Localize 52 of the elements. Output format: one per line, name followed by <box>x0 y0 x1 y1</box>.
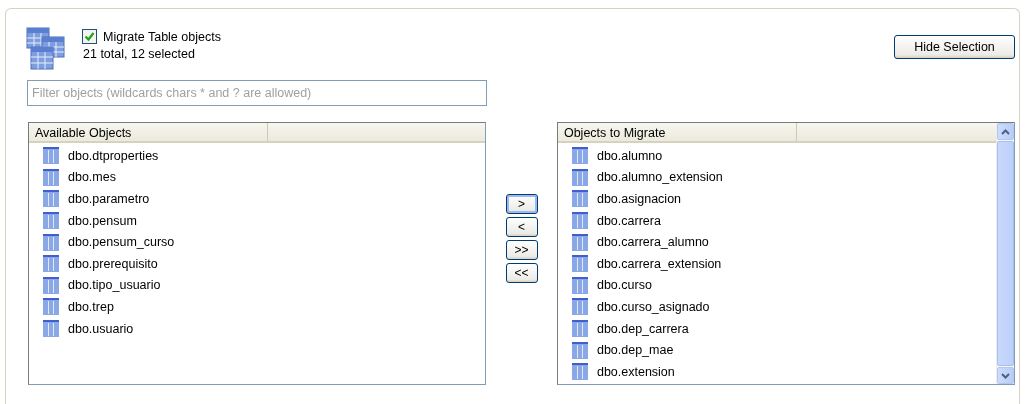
scrollbar[interactable] <box>996 123 1014 384</box>
list-item[interactable]: dbo.carrera_extension <box>596 256 722 271</box>
summary-text: 21 total, 12 selected <box>82 47 196 61</box>
table-icon <box>571 190 588 208</box>
hide-selection-button[interactable]: Hide Selection <box>894 35 1015 59</box>
list-item[interactable]: dbo.carrera <box>596 213 661 228</box>
list-item[interactable]: dbo.usuario <box>68 321 134 336</box>
table-icon <box>571 212 588 230</box>
checkbox[interactable] <box>82 29 97 44</box>
move-button[interactable]: > <box>505 194 538 214</box>
list-item[interactable]: dbo.alumno <box>596 148 663 163</box>
table-icon <box>43 212 59 230</box>
list-item[interactable]: dbo.dep_mae <box>596 343 674 358</box>
list-item[interactable]: dbo.alumno_extension <box>596 170 723 185</box>
table-icon <box>571 147 588 165</box>
table-icon <box>43 233 59 251</box>
list-item[interactable]: dbo.curso <box>596 278 652 293</box>
table-icon <box>43 320 59 338</box>
list-item[interactable]: dbo.curso_asignado <box>596 299 710 314</box>
move-button[interactable]: << <box>505 263 538 283</box>
scroll-down-icon[interactable] <box>1001 372 1010 379</box>
table-icon <box>571 276 588 294</box>
list-item[interactable]: dbo.parametro <box>68 192 150 206</box>
list-item[interactable]: dbo.dtproperties <box>68 148 159 163</box>
list-item[interactable]: dbo.dep_carrera <box>596 321 689 336</box>
list-item[interactable]: dbo.tipo_usuario <box>68 278 161 293</box>
table-icon <box>571 255 588 273</box>
list-item[interactable]: dbo.carrera_alumno <box>596 235 709 250</box>
list-item[interactable]: dbo.trep <box>68 299 114 314</box>
table-icon <box>571 168 588 186</box>
table-icon <box>571 363 588 381</box>
move-button[interactable]: < <box>505 217 538 237</box>
filter-field[interactable]: Filter objects (wildcards chars * and ? are allowed) <box>27 80 487 106</box>
table-icon <box>43 276 59 294</box>
table-icon <box>571 233 588 251</box>
move-button[interactable]: >> <box>505 240 538 260</box>
table-icon <box>571 298 588 316</box>
scroll-up-icon[interactable] <box>1001 128 1010 135</box>
list-item[interactable]: dbo.extension <box>596 364 675 379</box>
table-icon <box>571 320 588 338</box>
checkbox-label[interactable]: Migrate Table objects <box>103 29 221 44</box>
table-icon <box>43 147 59 165</box>
list-item[interactable]: dbo.asignacion <box>596 192 682 206</box>
table-icon <box>43 168 59 186</box>
table-icon <box>43 298 59 316</box>
list-item[interactable]: dbo.pensum <box>68 213 137 228</box>
list-item[interactable]: dbo.prerequisito <box>68 256 158 271</box>
list-item[interactable]: dbo.pensum_curso <box>68 235 175 250</box>
table-icon <box>571 341 588 359</box>
table-icon <box>43 255 59 273</box>
list-item[interactable]: dbo.mes <box>68 170 116 185</box>
table-icon <box>43 190 59 208</box>
